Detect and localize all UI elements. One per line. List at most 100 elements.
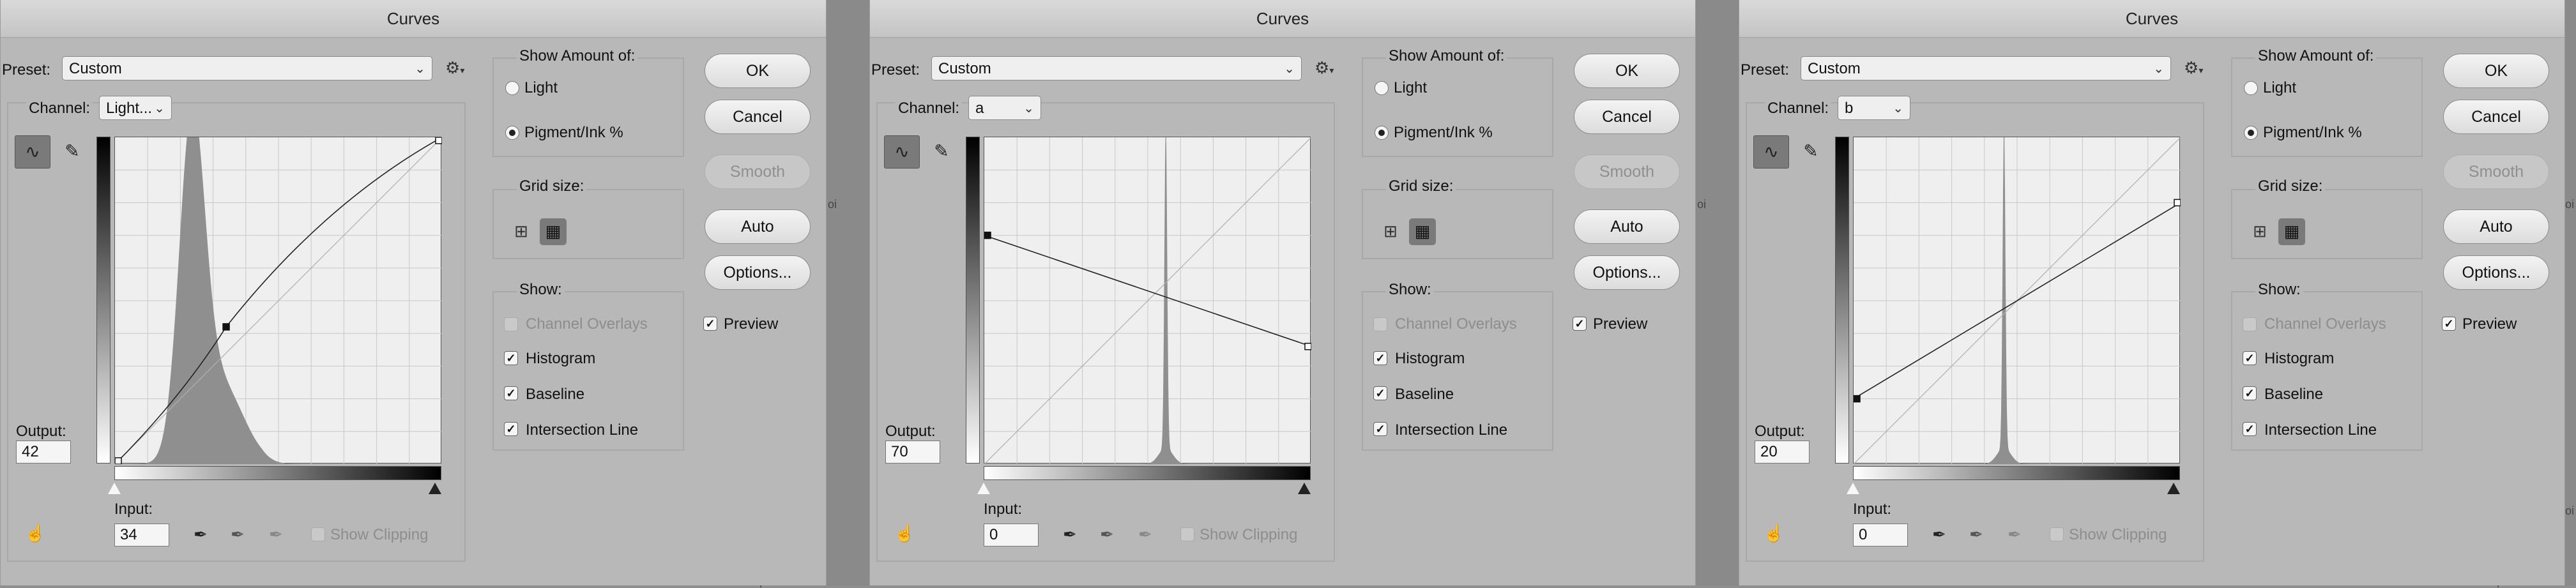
- curve-point-tool[interactable]: ∿: [15, 135, 50, 169]
- simple-grid-icon[interactable]: ⊞: [2246, 218, 2273, 245]
- detailed-grid-icon[interactable]: ▦: [2278, 218, 2305, 245]
- ok-button[interactable]: OK: [1574, 54, 1680, 88]
- cancel-button[interactable]: Cancel: [1574, 100, 1680, 134]
- black-point-slider[interactable]: [429, 483, 441, 494]
- pigment-radio[interactable]: [2244, 126, 2258, 140]
- options-button[interactable]: Options...: [2443, 255, 2549, 290]
- curve-graph[interactable]: [114, 137, 442, 464]
- background-strip: [825, 0, 869, 585]
- gray-eyedropper-icon[interactable]: ✒: [231, 525, 245, 544]
- curve-graph[interactable]: [984, 137, 1311, 464]
- preview-checkbox[interactable]: ✓: [703, 317, 717, 331]
- intersection-line-checkbox[interactable]: ✓: [2243, 422, 2257, 436]
- simple-grid-icon[interactable]: ⊞: [508, 218, 535, 245]
- grid-size-title: Grid size:: [1386, 177, 1456, 195]
- curve-point-tool[interactable]: ∿: [1753, 135, 1789, 169]
- black-eyedropper-icon[interactable]: ✒: [1932, 525, 1946, 544]
- output-field[interactable]: 42: [16, 441, 71, 464]
- dialog-title: Curves: [1, 0, 826, 38]
- pigment-radio[interactable]: [505, 126, 519, 140]
- input-gradient-bar: [1853, 466, 2180, 480]
- gear-icon[interactable]: ⚙▾: [445, 56, 471, 79]
- black-point-slider[interactable]: [2167, 483, 2180, 494]
- auto-button[interactable]: Auto: [2443, 209, 2549, 244]
- curve-graph-canvas: [1854, 137, 2181, 464]
- sample-hand-icon[interactable]: ☝: [894, 524, 915, 543]
- channel-select[interactable]: Light... ⌄: [99, 96, 172, 120]
- intersection-line-label: Intersection Line: [526, 421, 639, 439]
- input-field[interactable]: 34: [114, 524, 169, 547]
- cancel-button[interactable]: Cancel: [705, 100, 811, 134]
- channel-select[interactable]: a ⌄: [968, 96, 1041, 120]
- gear-icon[interactable]: ⚙▾: [2184, 56, 2209, 79]
- channel-overlays-checkbox[interactable]: [1373, 317, 1387, 331]
- light-label: Light: [2263, 79, 2297, 96]
- input-field[interactable]: 0: [1853, 524, 1908, 547]
- light-radio[interactable]: [2244, 81, 2258, 95]
- detailed-grid-icon[interactable]: ▦: [540, 218, 567, 245]
- preset-select[interactable]: Custom ⌄: [1801, 56, 2171, 80]
- pencil-tool[interactable]: ✎: [924, 135, 959, 169]
- white-eyedropper-icon[interactable]: ✒: [269, 525, 283, 544]
- simple-grid-icon[interactable]: ⊞: [1377, 218, 1404, 245]
- detailed-grid-icon[interactable]: ▦: [1409, 218, 1436, 245]
- smooth-button[interactable]: Smooth: [705, 155, 811, 189]
- sample-hand-icon[interactable]: ☝: [1764, 524, 1784, 543]
- gear-icon[interactable]: ⚙▾: [1315, 56, 1340, 79]
- options-button[interactable]: Options...: [1574, 255, 1680, 290]
- output-field[interactable]: 70: [885, 441, 940, 464]
- preset-select[interactable]: Custom ⌄: [62, 56, 432, 80]
- show-clipping-checkbox[interactable]: [1180, 527, 1194, 541]
- dialog-title: Curves: [870, 0, 1695, 38]
- black-point-slider[interactable]: [1298, 483, 1311, 494]
- smooth-button[interactable]: Smooth: [2443, 155, 2549, 189]
- ok-button[interactable]: OK: [705, 54, 811, 88]
- curve-point-tool[interactable]: ∿: [884, 135, 920, 169]
- preset-select[interactable]: Custom ⌄: [931, 56, 1302, 80]
- smooth-button[interactable]: Smooth: [1574, 155, 1680, 189]
- curve-graph[interactable]: [1853, 137, 2181, 464]
- ok-button[interactable]: OK: [2443, 54, 2549, 88]
- white-point-slider[interactable]: [1847, 483, 1859, 494]
- intersection-line-checkbox[interactable]: ✓: [1373, 422, 1387, 436]
- white-point-slider[interactable]: [977, 483, 990, 494]
- preview-checkbox[interactable]: ✓: [2442, 317, 2456, 331]
- histogram-checkbox[interactable]: ✓: [1373, 351, 1387, 365]
- black-eyedropper-icon[interactable]: ✒: [194, 525, 208, 544]
- black-eyedropper-icon[interactable]: ✒: [1063, 525, 1077, 544]
- channel-select[interactable]: b ⌄: [1838, 96, 1910, 120]
- histogram-checkbox[interactable]: ✓: [504, 351, 518, 365]
- options-button[interactable]: Options...: [705, 255, 811, 290]
- channel-overlays-checkbox[interactable]: [504, 317, 518, 331]
- input-field[interactable]: 0: [984, 524, 1039, 547]
- white-point-slider[interactable]: [108, 483, 121, 494]
- auto-button[interactable]: Auto: [705, 209, 811, 244]
- pencil-tool[interactable]: ✎: [54, 135, 90, 169]
- channel-overlays-checkbox[interactable]: [2243, 317, 2257, 331]
- baseline-checkbox[interactable]: ✓: [1373, 386, 1387, 400]
- light-radio[interactable]: [1375, 81, 1389, 95]
- histogram-checkbox[interactable]: ✓: [2243, 351, 2257, 365]
- baseline-checkbox[interactable]: ✓: [504, 386, 518, 400]
- intersection-line-checkbox[interactable]: ✓: [504, 422, 518, 436]
- cancel-button[interactable]: Cancel: [2443, 100, 2549, 134]
- light-radio[interactable]: [505, 81, 519, 95]
- output-field[interactable]: 20: [1755, 441, 1810, 464]
- gray-eyedropper-icon[interactable]: ✒: [1969, 525, 1983, 544]
- pigment-radio[interactable]: [1375, 126, 1389, 140]
- channel-label: Channel:: [26, 100, 93, 117]
- preview-checkbox[interactable]: ✓: [1573, 317, 1587, 331]
- show-amount-group: [492, 57, 684, 157]
- show-clipping-checkbox[interactable]: [311, 527, 325, 541]
- show-clipping-checkbox[interactable]: [2050, 527, 2064, 541]
- gray-eyedropper-icon[interactable]: ✒: [1100, 525, 1114, 544]
- white-eyedropper-icon[interactable]: ✒: [1138, 525, 1152, 544]
- pencil-tool[interactable]: ✎: [1793, 135, 1829, 169]
- auto-button[interactable]: Auto: [1574, 209, 1680, 244]
- sample-hand-icon[interactable]: ☝: [25, 524, 45, 543]
- background-fragment: oi: [1697, 198, 1707, 211]
- chevron-down-icon: ⌄: [2153, 62, 2164, 76]
- baseline-checkbox[interactable]: ✓: [2243, 386, 2257, 400]
- white-eyedropper-icon[interactable]: ✒: [2008, 525, 2022, 544]
- curve-point: [115, 457, 122, 464]
